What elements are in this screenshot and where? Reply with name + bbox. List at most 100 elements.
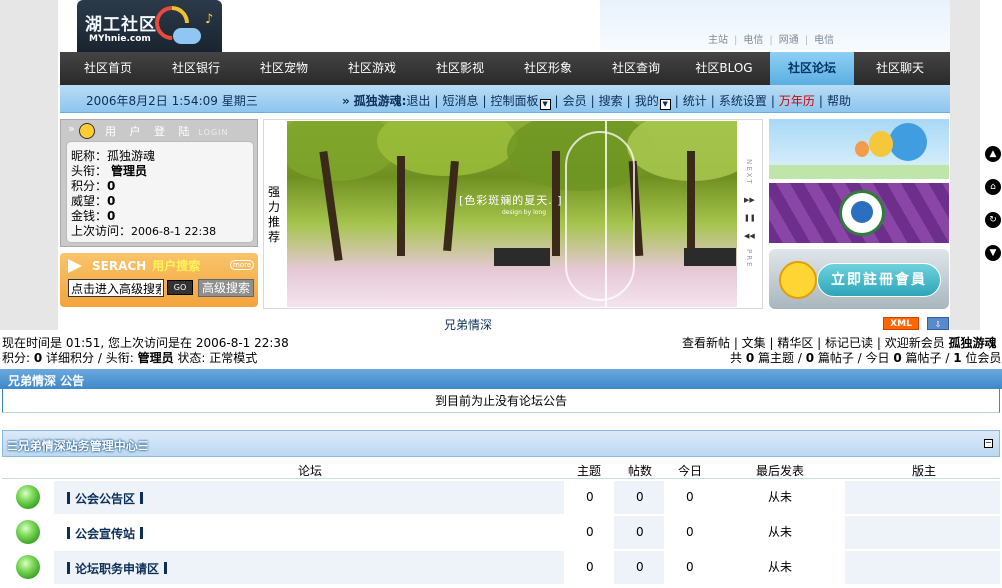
top-links: 主站 | 电信 | 网通 | 电信 (708, 35, 835, 46)
user-toolbar: 2006年8月2日 1:54:09 星期三 » 孤独游魂:退出 | 短消息 | 控制面板… (60, 85, 950, 113)
login-header: 用 户 登 陆 LOGIN (105, 123, 229, 139)
scroll-up-icon[interactable]: ▲ (985, 146, 1001, 162)
login-title: 用 户 登 陆 (105, 125, 195, 138)
nav-forum[interactable]: 社区论坛 (770, 52, 854, 85)
last-visit-value: 2006-8-1 22:38 (131, 225, 217, 238)
user-status: 积分: 0 详细积分 / 头衔: 管理员 状态: 正常模式 (2, 351, 258, 365)
current-username[interactable]: 孤独游魂: (354, 94, 407, 108)
top-link-netcom[interactable]: 网通 (779, 35, 799, 46)
banner-next-label: NEXT (745, 159, 753, 186)
category-title[interactable]: ☰兄弟情深站务管理中心☰ (7, 437, 149, 454)
home-icon[interactable]: ⌂ (985, 179, 1001, 195)
banner-controls: NEXT ▶▶ ❚❚ ◀◀ PRE (739, 121, 761, 307)
nav-bank[interactable]: 社区银行 (152, 52, 240, 85)
menu-mine[interactable]: 我的 (635, 94, 659, 108)
forum-last-post: 从未 (768, 490, 793, 504)
nickname-value: 孤独游魂 (107, 149, 156, 163)
col-last-post: 最后发表 (756, 464, 805, 478)
nav-movies[interactable]: 社区影视 (416, 52, 504, 85)
recommend-label: 强力推荐 (268, 185, 281, 244)
forum-topics: 0 (586, 560, 594, 574)
arrow-icon: » (68, 122, 75, 135)
search-go-button[interactable]: GO (167, 280, 193, 295)
status-rank: 管理员 (137, 351, 174, 365)
forum-stats: 共 0 篇主题 / 0 篇帖子 / 今日 0 篇帖子 / 1 位会员 (730, 351, 1002, 365)
menu-logout[interactable]: 退出 (406, 94, 430, 108)
col-moderator: 版主 (912, 464, 937, 478)
register-button[interactable]: 立即註冊會員 (817, 263, 941, 297)
nav-avatar[interactable]: 社区形象 (504, 52, 592, 85)
scroll-down-icon[interactable]: ▼ (985, 245, 1001, 261)
banner-caption[interactable]: 兄弟情深 (444, 316, 492, 333)
cloud-icon (173, 28, 201, 44)
nav-blog[interactable]: 社区BLOG (680, 52, 768, 85)
menu-search[interactable]: 搜索 (599, 94, 623, 108)
collapse-icon[interactable]: − (984, 439, 993, 448)
forum-status-icon (16, 485, 40, 509)
search-arrow-icon (68, 259, 82, 273)
logo-domain: MYhnie.com (89, 34, 151, 44)
page-background-right (950, 0, 980, 330)
forum-table-header: 论坛 主题 帖数 今日 最后发表 版主 (2, 459, 1000, 479)
menu-help[interactable]: 帮助 (827, 94, 851, 108)
forum-posts: 0 (636, 490, 644, 504)
banner-prev-label: PRE (745, 249, 753, 269)
rank-value: 管理员 (111, 164, 148, 178)
prestige-value: 0 (107, 194, 116, 208)
ad-balloons[interactable] (769, 119, 949, 179)
advanced-search-button[interactable]: 高级搜索 (198, 279, 254, 297)
quick-links-text[interactable]: 查看新帖 | 文集 | 精华区 | 标记已读 | 欢迎新会员 (682, 336, 945, 350)
forum-link[interactable]: 论坛职务申请区 (62, 560, 172, 577)
prev-icon[interactable]: ◀◀ (744, 232, 755, 240)
col-forum: 论坛 (298, 464, 323, 478)
smiley-icon (779, 261, 817, 299)
top-link-main[interactable]: 主站 (708, 35, 728, 46)
nav-pets[interactable]: 社区宠物 (240, 52, 328, 85)
menu-control-panel[interactable]: 控制面板 (491, 94, 539, 108)
forum-today: 0 (686, 490, 694, 504)
forum-posts: 0 (636, 560, 644, 574)
forum-last-post: 从未 (768, 525, 793, 539)
search-more-link[interactable]: more (230, 260, 255, 270)
forum-topics: 0 (586, 525, 594, 539)
newest-member[interactable]: 孤独游魂 (949, 336, 997, 350)
ad-worldcup[interactable] (769, 183, 949, 243)
user-info-body: 昵称：孤独游魂 头衔： 管理员 积分：0 威望：0 金钱：0 上次访问：2006-… (66, 141, 254, 243)
pause-icon[interactable]: ❚❚ (744, 214, 756, 222)
search-input[interactable] (68, 279, 164, 297)
notice-header: 兄弟情深 公告 (0, 369, 1002, 389)
balloon-icon (855, 141, 869, 157)
nav-chat[interactable]: 社区聊天 (856, 52, 944, 85)
forum-link[interactable]: 公会公告区 (62, 490, 148, 507)
balloon-icon (889, 123, 927, 161)
menu-stats[interactable]: 统计 (683, 94, 707, 108)
refresh-icon[interactable]: ↻ (985, 212, 1001, 228)
search-title: SERACH 用户搜索 (92, 259, 201, 273)
menu-members[interactable]: 会员 (563, 94, 587, 108)
site-logo[interactable]: 湖工社区 MYhnie.com ♪ (77, 0, 222, 52)
col-today: 今日 (678, 464, 703, 478)
forum-row: 公会公告区 0 0 0 从未 (2, 480, 1000, 514)
featured-banner-image[interactable]: [色彩斑斓的夏天. ] design by long (287, 121, 737, 307)
dropdown-icon[interactable]: ▼ (539, 99, 551, 110)
next-icon[interactable]: ▶▶ (744, 196, 755, 204)
nav-query[interactable]: 社区查询 (592, 52, 680, 85)
top-link-telecom-2[interactable]: 电信 (814, 35, 834, 46)
forum-last-post: 从未 (768, 560, 793, 574)
download-icon[interactable]: ⇩ (927, 317, 949, 330)
menu-settings[interactable]: 系统设置 (719, 94, 767, 108)
menu-prefix: » (342, 94, 350, 108)
banner-text: [色彩斑斓的夏天. ] (459, 194, 563, 207)
forum-row: 公会宣传站 0 0 0 从未 (2, 515, 1000, 549)
balloon-icon (869, 131, 893, 157)
top-link-telecom[interactable]: 电信 (743, 35, 763, 46)
nav-home[interactable]: 社区首页 (64, 52, 152, 85)
xml-badge[interactable]: XML (883, 317, 919, 330)
menu-calendar[interactable]: 万年历 (779, 94, 815, 108)
ad-register[interactable]: 立即註冊會員 (769, 249, 949, 309)
dropdown-icon[interactable]: ▼ (659, 99, 671, 110)
nav-games[interactable]: 社区游戏 (328, 52, 416, 85)
login-title-en: LOGIN (198, 128, 229, 137)
menu-messages[interactable]: 短消息 (442, 94, 478, 108)
forum-link[interactable]: 公会宣传站 (62, 525, 148, 542)
